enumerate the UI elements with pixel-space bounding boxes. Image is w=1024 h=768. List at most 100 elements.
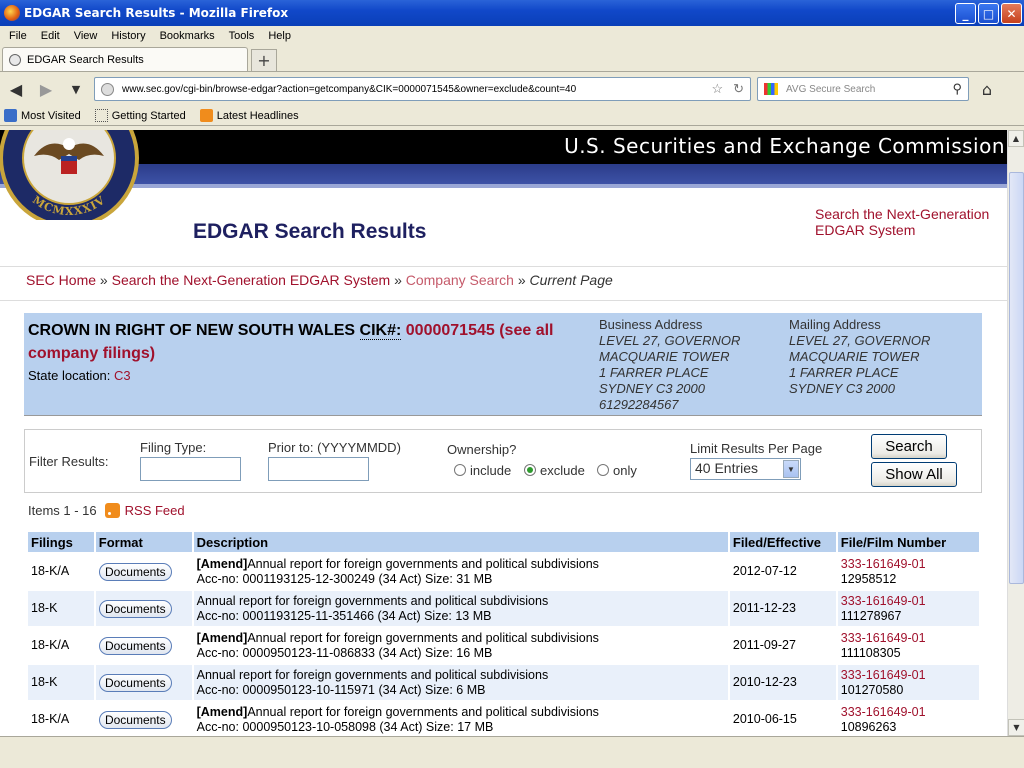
filed-date-cell: 2010-06-15 bbox=[732, 712, 797, 726]
documents-button[interactable]: Documents bbox=[98, 562, 172, 581]
divider bbox=[0, 300, 1007, 301]
menu-history[interactable]: History bbox=[104, 30, 152, 42]
limit-results-select[interactable]: 40 Entries ▼ bbox=[690, 458, 801, 480]
table-header-row: Filings Format Description Filed/Effecti… bbox=[28, 532, 979, 552]
restore-button[interactable]: □ bbox=[978, 3, 999, 24]
description-text: Annual report for foreign governments an… bbox=[247, 630, 599, 645]
filed-date-cell: 2011-09-27 bbox=[732, 638, 796, 652]
tab-title: EDGAR Search Results bbox=[27, 53, 144, 66]
bookmark-label: Getting Started bbox=[111, 109, 186, 122]
menu-edit[interactable]: Edit bbox=[34, 30, 67, 42]
radio-label: only bbox=[613, 463, 637, 478]
next-gen-link-line[interactable]: EDGAR System bbox=[815, 222, 989, 238]
prior-to-label: Prior to: (YYYYMMDD) bbox=[268, 440, 401, 455]
back-button[interactable]: ◀ bbox=[4, 77, 28, 101]
filter-form: Filter Results: Filing Type: Prior to: (… bbox=[24, 429, 982, 493]
ownership-include-option[interactable]: include bbox=[454, 463, 511, 478]
bookmark-getting-started[interactable]: Getting Started bbox=[94, 109, 186, 122]
business-address: Business Address LEVEL 27, GOVERNOR MACQ… bbox=[599, 317, 740, 413]
avg-search-icon[interactable] bbox=[764, 83, 778, 95]
ownership-only-option[interactable]: only bbox=[597, 463, 637, 478]
banner-stripe bbox=[0, 164, 1007, 184]
rss-icon[interactable] bbox=[104, 503, 120, 518]
page-content[interactable]: U.S. Securities and Exchange Commission … bbox=[0, 130, 1007, 736]
description-text: Annual report for foreign governments an… bbox=[196, 667, 549, 682]
forward-button[interactable]: ▶ bbox=[34, 77, 58, 101]
mailing-address-label: Mailing Address bbox=[789, 317, 881, 332]
menu-bookmarks[interactable]: Bookmarks bbox=[153, 30, 222, 42]
filing-type-label: Filing Type: bbox=[140, 440, 207, 455]
file-number-link[interactable]: 333-161649-01 bbox=[841, 705, 926, 719]
description-cell: Annual report for foreign governments an… bbox=[193, 591, 728, 626]
reload-icon[interactable]: ↻ bbox=[733, 81, 744, 97]
close-button[interactable]: ✕ bbox=[1001, 3, 1022, 24]
bookmark-star-icon[interactable]: ☆ bbox=[711, 81, 723, 97]
cik-number-link[interactable]: 0000071545 bbox=[406, 322, 495, 339]
search-button[interactable]: Search bbox=[871, 434, 947, 459]
address-line: 1 FARRER PLACE bbox=[599, 365, 709, 380]
file-number-link[interactable]: 333-161649-01 bbox=[841, 668, 926, 682]
menu-tools[interactable]: Tools bbox=[222, 30, 262, 42]
bookmark-most-visited[interactable]: Most Visited bbox=[4, 109, 81, 122]
filing-type-cell: 18-K bbox=[28, 665, 94, 700]
next-gen-link-line[interactable]: Search the Next-Generation bbox=[815, 206, 989, 222]
menu-view[interactable]: View bbox=[67, 30, 105, 42]
address-bar[interactable]: www.sec.gov/cgi-bin/browse-edgar?action=… bbox=[94, 77, 751, 101]
radio-label: exclude bbox=[540, 463, 585, 478]
documents-button[interactable]: Documents bbox=[98, 636, 172, 655]
next-gen-edgar-link[interactable]: Search the Next-Generation EDGAR System bbox=[815, 206, 989, 238]
company-name: CROWN IN RIGHT OF NEW SOUTH WALES bbox=[28, 322, 356, 339]
bookmark-latest-headlines[interactable]: Latest Headlines bbox=[199, 109, 299, 122]
breadcrumb-sec-home[interactable]: SEC Home bbox=[26, 272, 96, 288]
status-bar bbox=[0, 736, 1024, 768]
address-line: MACQUARIE TOWER bbox=[789, 349, 920, 364]
breadcrumb-separator: » bbox=[99, 272, 108, 288]
business-address-label: Business Address bbox=[599, 317, 703, 332]
filing-type-input[interactable] bbox=[140, 457, 241, 481]
menu-file[interactable]: File bbox=[2, 30, 34, 42]
tab-bar: EDGAR Search Results + bbox=[0, 46, 1024, 72]
scroll-up-arrow-icon[interactable]: ▲ bbox=[1008, 130, 1024, 147]
amend-tag: [Amend] bbox=[196, 630, 248, 645]
accession-info: Acc-no: 0000950123-10-115971 (34 Act) Si… bbox=[196, 682, 486, 697]
rss-feed-link[interactable]: RSS Feed bbox=[125, 503, 185, 518]
file-number-link[interactable]: 333-161649-01 bbox=[841, 631, 926, 645]
vertical-scrollbar[interactable]: ▲ ▼ bbox=[1007, 130, 1024, 736]
show-all-button[interactable]: Show All bbox=[871, 462, 957, 487]
history-dropdown-icon[interactable]: ▼ bbox=[64, 77, 88, 101]
sec-seal-logo[interactable]: MCMXXXIV bbox=[0, 130, 144, 220]
home-icon[interactable]: ⌂ bbox=[975, 77, 999, 101]
limit-results-value[interactable]: 40 Entries bbox=[695, 460, 758, 476]
file-film-cell: 333-161649-01 10896263 bbox=[838, 702, 979, 736]
ownership-exclude-radio[interactable] bbox=[524, 464, 536, 476]
site-identity-icon[interactable] bbox=[101, 82, 114, 96]
documents-button[interactable]: Documents bbox=[98, 599, 172, 618]
search-icon[interactable]: ⚲ bbox=[952, 81, 962, 97]
breadcrumb-next-gen-search[interactable]: Search the Next-Generation EDGAR System bbox=[112, 272, 391, 288]
file-number-link[interactable]: 333-161649-01 bbox=[841, 557, 926, 571]
chevron-down-icon[interactable]: ▼ bbox=[783, 460, 799, 478]
url-text[interactable]: www.sec.gov/cgi-bin/browse-edgar?action=… bbox=[122, 84, 576, 95]
menu-help[interactable]: Help bbox=[261, 30, 298, 42]
state-location-link[interactable]: C3 bbox=[114, 368, 131, 383]
accession-info: Acc-no: 0000950123-10-058098 (34 Act) Si… bbox=[196, 719, 494, 734]
breadcrumb-company-search[interactable]: Company Search bbox=[406, 272, 514, 288]
filed-date-cell: 2012-07-12 bbox=[732, 564, 797, 578]
file-number-link[interactable]: 333-161649-01 bbox=[841, 594, 926, 608]
search-bar[interactable]: AVG Secure Search ⚲ bbox=[757, 77, 969, 101]
ownership-only-radio[interactable] bbox=[597, 464, 609, 476]
minimize-button[interactable]: _ bbox=[955, 3, 976, 24]
search-placeholder[interactable]: AVG Secure Search bbox=[786, 84, 875, 95]
scrollbar-thumb[interactable] bbox=[1009, 172, 1024, 584]
banner-stripe bbox=[0, 184, 1007, 188]
documents-button[interactable]: Documents bbox=[98, 673, 172, 692]
ownership-exclude-option[interactable]: exclude bbox=[524, 463, 585, 478]
prior-to-input[interactable] bbox=[268, 457, 369, 481]
tab-edgar[interactable]: EDGAR Search Results bbox=[2, 47, 248, 71]
ownership-include-radio[interactable] bbox=[454, 464, 466, 476]
scroll-down-arrow-icon[interactable]: ▼ bbox=[1008, 719, 1024, 736]
filed-date-cell: 2010-12-23 bbox=[729, 665, 836, 700]
documents-button[interactable]: Documents bbox=[98, 710, 172, 729]
new-tab-button[interactable]: + bbox=[251, 49, 277, 71]
filing-type-cell: 18-K/A bbox=[31, 564, 70, 578]
